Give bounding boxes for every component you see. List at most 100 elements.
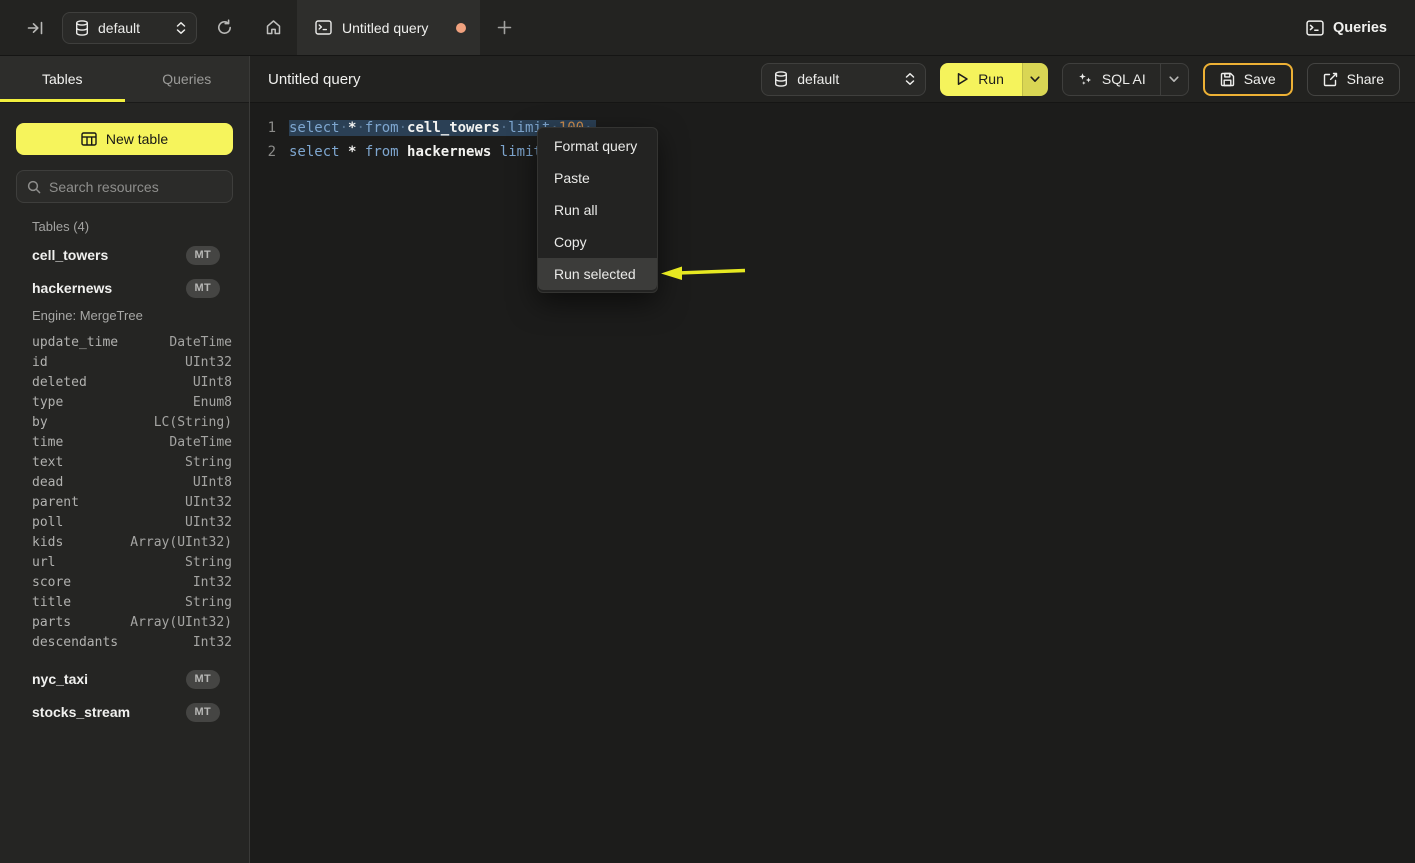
column-row: kidsArray(UInt32): [32, 532, 232, 552]
sql-ai-dropdown-button[interactable]: [1160, 64, 1188, 95]
column-name: time: [32, 435, 169, 450]
column-row: deletedUInt8: [32, 372, 232, 392]
home-icon: [265, 19, 282, 36]
table-name: nyc_taxi: [32, 671, 186, 687]
run-dropdown-button[interactable]: [1022, 63, 1048, 96]
column-name: parent: [32, 495, 185, 510]
collapse-sidebar-icon: [27, 20, 44, 36]
sidebar-tab-queries[interactable]: Queries: [125, 56, 250, 102]
column-type: Array(UInt32): [130, 535, 232, 550]
chevron-updown-icon: [176, 21, 186, 35]
column-type: UInt8: [193, 375, 232, 390]
engine-badge: MT: [186, 246, 220, 265]
engine-badge: MT: [186, 279, 220, 298]
menu-item-run-all[interactable]: Run all: [538, 194, 657, 226]
column-type: String: [185, 555, 232, 570]
table-row-stocks-stream[interactable]: stocks_stream MT: [16, 696, 233, 728]
column-name: title: [32, 595, 185, 610]
tabstrip: Untitled query: [250, 0, 1306, 55]
chevron-updown-icon: [905, 72, 915, 86]
run-button-main[interactable]: Run: [940, 63, 1022, 96]
sql-ai-button-main[interactable]: SQL AI: [1063, 64, 1160, 95]
code-line[interactable]: 1select·*·from·cell_towers·limit·100·: [250, 116, 1415, 140]
tab-title: Untitled query: [342, 20, 446, 36]
share-button[interactable]: Share: [1307, 63, 1400, 96]
topbar-database-selector[interactable]: default: [62, 12, 197, 44]
sparkles-icon: [1077, 71, 1093, 87]
main-header: Untitled query default: [250, 56, 1415, 103]
queries-button[interactable]: Queries: [1306, 20, 1387, 36]
column-row: idUInt32: [32, 352, 232, 372]
column-row: deadUInt8: [32, 472, 232, 492]
line-number: 2: [250, 144, 276, 160]
column-row: update_timeDateTime: [32, 332, 232, 352]
column-name: id: [32, 355, 185, 370]
new-table-button[interactable]: New table: [16, 123, 233, 155]
column-name: kids: [32, 535, 130, 550]
new-tab-button[interactable]: [480, 0, 528, 55]
table-row-hackernews[interactable]: hackernews MT: [16, 272, 233, 304]
share-icon: [1323, 72, 1338, 87]
column-row: titleString: [32, 592, 232, 612]
column-type: LC(String): [154, 415, 232, 430]
column-type: Int32: [193, 575, 232, 590]
topbar-database-value: default: [98, 20, 167, 36]
column-type: String: [185, 595, 232, 610]
column-name: update_time: [32, 335, 169, 350]
sql-editor[interactable]: 1select·*·from·cell_towers·limit·100·2se…: [250, 103, 1415, 164]
table-grid-icon: [81, 132, 97, 146]
save-label: Save: [1244, 71, 1276, 87]
column-type: UInt8: [193, 475, 232, 490]
menu-item-paste[interactable]: Paste: [538, 162, 657, 194]
menu-item-run-selected[interactable]: Run selected: [538, 258, 657, 290]
sidebar-tab-tables[interactable]: Tables: [0, 56, 125, 102]
column-row: byLC(String): [32, 412, 232, 432]
main-area: Untitled query default: [250, 56, 1415, 863]
unsaved-changes-dot: [456, 23, 466, 33]
column-row: pollUInt32: [32, 512, 232, 532]
menu-item-format-query[interactable]: Format query: [538, 130, 657, 162]
run-button[interactable]: Run: [940, 63, 1048, 96]
search-input[interactable]: [49, 179, 230, 195]
save-button[interactable]: Save: [1203, 63, 1293, 96]
column-name: url: [32, 555, 185, 570]
queries-label: Queries: [1333, 20, 1387, 36]
sidebar-body: New table Tables (4) cell_towers MT hack…: [0, 103, 249, 728]
terminal-icon: [1306, 20, 1324, 36]
app-root: default: [0, 0, 1415, 863]
topbar: default: [0, 0, 1415, 56]
tab-untitled-query[interactable]: Untitled query: [297, 0, 480, 55]
column-type: UInt32: [185, 515, 232, 530]
column-type: String: [185, 455, 232, 470]
engine-badge: MT: [186, 703, 220, 722]
column-row: partsArray(UInt32): [32, 612, 232, 632]
code-line[interactable]: 2select * from hackernews limit: [250, 140, 1415, 164]
refresh-button[interactable]: [211, 15, 237, 41]
table-name: cell_towers: [32, 247, 186, 263]
annotation-arrow: [650, 260, 750, 286]
table-row-cell-towers[interactable]: cell_towers MT: [16, 239, 233, 271]
column-row: timeDateTime: [32, 432, 232, 452]
column-name: by: [32, 415, 154, 430]
sql-ai-button[interactable]: SQL AI: [1062, 63, 1189, 96]
menu-item-copy[interactable]: Copy: [538, 226, 657, 258]
run-label: Run: [978, 71, 1004, 87]
column-type: Enum8: [193, 395, 232, 410]
context-menu: Format queryPasteRun allCopyRun selected: [537, 127, 658, 293]
column-type: Int32: [193, 635, 232, 650]
column-name: dead: [32, 475, 193, 490]
home-tab[interactable]: [250, 0, 297, 55]
database-icon: [75, 20, 89, 36]
sidebar: Tables Queries New table: [0, 56, 250, 863]
tables-section-label: Tables (4): [32, 219, 233, 235]
column-name: type: [32, 395, 193, 410]
topbar-right: Queries: [1306, 0, 1415, 55]
table-row-nyc-taxi[interactable]: nyc_taxi MT: [16, 663, 233, 695]
columns-list: update_timeDateTimeidUInt32deletedUInt8t…: [16, 332, 233, 652]
column-type: UInt32: [185, 355, 232, 370]
column-type: DateTime: [169, 435, 232, 450]
table-name: stocks_stream: [32, 704, 186, 720]
toolbar-database-selector[interactable]: default: [761, 63, 926, 96]
engine-label: Engine: MergeTree: [32, 306, 233, 326]
collapse-sidebar-button[interactable]: [22, 15, 48, 41]
